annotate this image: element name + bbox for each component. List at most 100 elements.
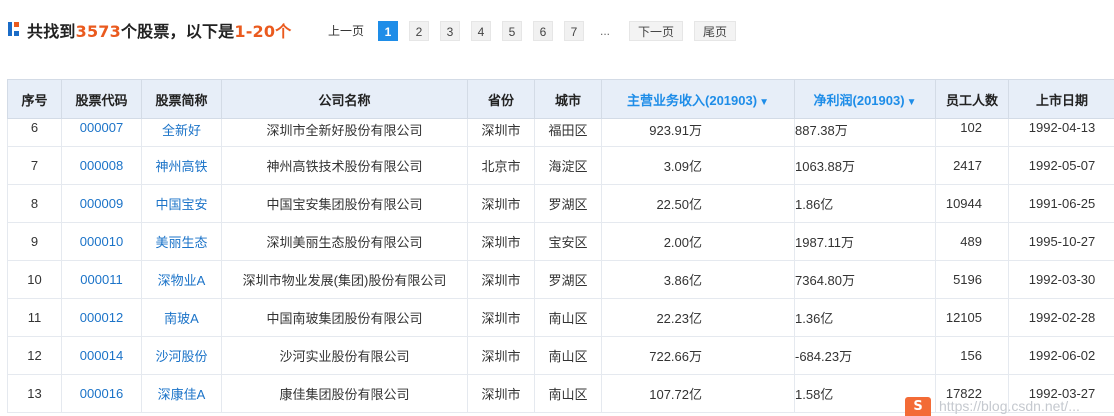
stock-table: 序号 股票代码 股票简称 公司名称 省份 城市 主营业务收入(201903) ▼ … — [7, 79, 1114, 413]
col-header-city[interactable]: 城市 — [534, 79, 602, 119]
page-1-button[interactable]: 1 — [378, 21, 399, 41]
cell-revenue: 3.86亿 — [601, 260, 795, 299]
col-header-company[interactable]: 公司名称 — [221, 79, 468, 119]
cell-code-link[interactable]: 000014 — [61, 336, 142, 375]
cell-revenue: 923.91万 — [601, 118, 795, 147]
cell-company: 康佳集团股份有限公司 — [221, 374, 468, 413]
col-header-revenue[interactable]: 主营业务收入(201903) ▼ — [601, 79, 795, 119]
cell-listing-date: 1992-06-02 — [1008, 336, 1114, 375]
cell-name-link[interactable]: 南玻A — [141, 298, 222, 337]
cell-province: 深圳市 — [467, 298, 535, 337]
cell-profit: 1.86亿 — [794, 184, 936, 223]
cell-province: 深圳市 — [467, 260, 535, 299]
cell-listing-date: 1995-10-27 — [1008, 222, 1114, 261]
cell-listing-date: 1992-04-13 — [1008, 118, 1114, 147]
table-row: 8 000009 中国宝安 中国宝安集团股份有限公司 深圳市 罗湖区 22.50… — [7, 184, 1114, 223]
table-body: 6 000007 全新好 深圳市全新好股份有限公司 深圳市 福田区 923.91… — [7, 118, 1114, 413]
cell-index: 11 — [7, 298, 62, 337]
page-6-button[interactable]: 6 — [533, 21, 554, 41]
cell-index: 6 — [7, 118, 62, 147]
col-header-name[interactable]: 股票简称 — [141, 79, 222, 119]
table-row: 7 000008 神州高铁 神州高铁技术股份有限公司 北京市 海淀区 3.09亿… — [7, 146, 1114, 185]
cell-code-link[interactable]: 000007 — [61, 118, 142, 147]
cell-company: 沙河实业股份有限公司 — [221, 336, 468, 375]
cell-province: 深圳市 — [467, 374, 535, 413]
cell-company: 深圳美丽生态股份有限公司 — [221, 222, 468, 261]
cell-city: 福田区 — [534, 118, 602, 147]
col-header-employees[interactable]: 员工人数 — [935, 79, 1009, 119]
cell-name-link[interactable]: 神州高铁 — [141, 146, 222, 185]
cell-listing-date: 1992-05-07 — [1008, 146, 1114, 185]
page-2-button[interactable]: 2 — [409, 21, 430, 41]
cell-index: 13 — [7, 374, 62, 413]
cell-name-link[interactable]: 深康佳A — [141, 374, 222, 413]
page-3-button[interactable]: 3 — [440, 21, 461, 41]
sort-down-icon: ▼ — [759, 96, 769, 108]
last-page-button[interactable]: 尾页 — [694, 21, 737, 41]
cell-name-link[interactable]: 全新好 — [141, 118, 222, 147]
cell-listing-date: 1992-03-30 — [1008, 260, 1114, 299]
cell-company: 深圳市全新好股份有限公司 — [221, 118, 468, 147]
cell-city: 南山区 — [534, 298, 602, 337]
cell-company: 中国南玻集团股份有限公司 — [221, 298, 468, 337]
col-header-listing-date[interactable]: 上市日期 — [1008, 79, 1114, 119]
cell-city: 南山区 — [534, 336, 602, 375]
cell-profit: 1063.88万 — [794, 146, 936, 185]
cell-revenue: 3.09亿 — [601, 146, 795, 185]
cell-name-link[interactable]: 沙河股份 — [141, 336, 222, 375]
cell-employees: 489 — [935, 222, 1009, 261]
result-summary-title: 共找到3573个股票，以下是1-20个 — [27, 22, 292, 41]
cell-code-link[interactable]: 000009 — [61, 184, 142, 223]
cell-code-link[interactable]: 000012 — [61, 298, 142, 337]
table-row: 10 000011 深物业A 深圳市物业发展(集团)股份有限公司 深圳市 罗湖区… — [7, 260, 1114, 299]
cell-revenue: 22.23亿 — [601, 298, 795, 337]
cell-employees: 102 — [935, 118, 1009, 147]
cell-province: 深圳市 — [467, 222, 535, 261]
cell-city: 罗湖区 — [534, 260, 602, 299]
page-5-button[interactable]: 5 — [502, 21, 523, 41]
page-7-button[interactable]: 7 — [564, 21, 585, 41]
watermark-text: https://blog.csdn.net/... — [939, 398, 1080, 414]
csdn-logo: S — [905, 397, 931, 416]
result-range: 1-20个 — [234, 22, 292, 41]
cell-company: 深圳市物业发展(集团)股份有限公司 — [221, 260, 468, 299]
cell-code-link[interactable]: 000011 — [61, 260, 142, 299]
cell-profit: 1987.11万 — [794, 222, 936, 261]
table-row: 11 000012 南玻A 中国南玻集团股份有限公司 深圳市 南山区 22.23… — [7, 298, 1114, 337]
col-header-code[interactable]: 股票代码 — [61, 79, 142, 119]
cell-name-link[interactable]: 美丽生态 — [141, 222, 222, 261]
cell-index: 9 — [7, 222, 62, 261]
cell-code-link[interactable]: 000008 — [61, 146, 142, 185]
cell-profit: 7364.80万 — [794, 260, 936, 299]
cell-company: 中国宝安集团股份有限公司 — [221, 184, 468, 223]
cell-listing-date: 1992-02-28 — [1008, 298, 1114, 337]
csdn-watermark: S https://blog.csdn.net/... — [905, 395, 1114, 416]
cell-name-link[interactable]: 中国宝安 — [141, 184, 222, 223]
prev-page-button[interactable]: 上一页 — [322, 21, 370, 41]
cell-code-link[interactable]: 000016 — [61, 374, 142, 413]
cell-company: 神州高铁技术股份有限公司 — [221, 146, 468, 185]
cell-revenue: 2.00亿 — [601, 222, 795, 261]
result-count: 3573 — [75, 22, 121, 41]
result-header: 共找到3573个股票，以下是1-20个 上一页 1 2 3 4 5 6 7 ..… — [0, 0, 1114, 62]
cell-revenue: 722.66万 — [601, 336, 795, 375]
cell-employees: 5196 — [935, 260, 1009, 299]
cell-employees: 10944 — [935, 184, 1009, 223]
cell-province: 北京市 — [467, 146, 535, 185]
cell-index: 8 — [7, 184, 62, 223]
cell-index: 10 — [7, 260, 62, 299]
col-header-province[interactable]: 省份 — [467, 79, 535, 119]
cell-code-link[interactable]: 000010 — [61, 222, 142, 261]
col-header-index: 序号 — [7, 79, 62, 119]
sort-down-icon: ▼ — [906, 96, 917, 108]
page-4-button[interactable]: 4 — [471, 21, 492, 41]
cell-name-link[interactable]: 深物业A — [141, 260, 222, 299]
pagination-ellipsis: ... — [600, 24, 611, 38]
cell-index: 7 — [7, 146, 62, 185]
col-header-profit[interactable]: 净利润(201903) ▼ — [794, 79, 936, 119]
cell-employees: 156 — [935, 336, 1009, 375]
cell-profit: -684.23万 — [794, 336, 936, 375]
cell-city: 宝安区 — [534, 222, 602, 261]
next-page-button[interactable]: 下一页 — [629, 21, 684, 41]
cell-city: 罗湖区 — [534, 184, 602, 223]
